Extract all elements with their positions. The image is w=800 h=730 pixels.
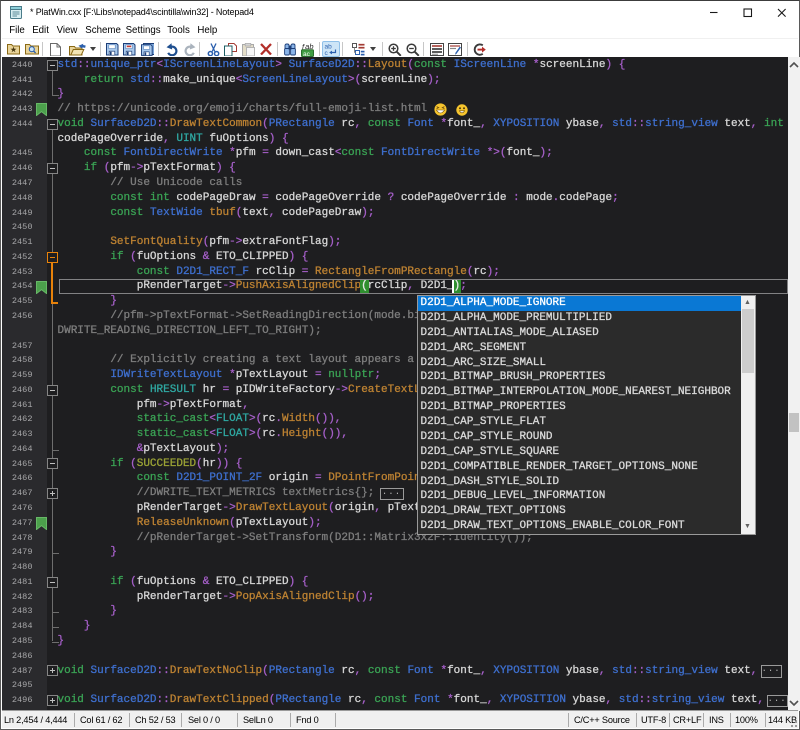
svg-text:c: c xyxy=(325,50,329,56)
svg-text:ac: ac xyxy=(303,50,311,56)
